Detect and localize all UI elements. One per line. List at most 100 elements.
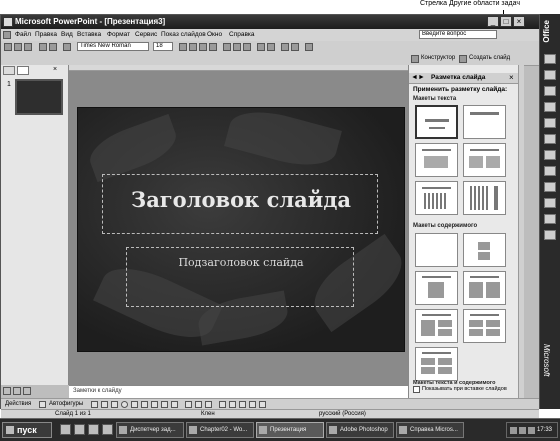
line-icon[interactable] xyxy=(91,401,98,408)
align-right-icon[interactable] xyxy=(243,43,251,51)
decrease-font-icon[interactable] xyxy=(291,43,299,51)
office-shortcut-icon[interactable] xyxy=(544,54,556,64)
task-pane-scrollbar[interactable] xyxy=(518,65,524,398)
layout-title-four-content[interactable] xyxy=(463,309,506,343)
office-shortcut-icon[interactable] xyxy=(544,150,556,160)
layout-title-text[interactable] xyxy=(415,143,458,177)
design-button[interactable]: Конструктор xyxy=(421,55,455,61)
fill-color-icon[interactable] xyxy=(185,401,192,408)
new-slide-icon[interactable] xyxy=(459,55,467,63)
office-shortcut-icon[interactable] xyxy=(544,102,556,112)
slide-thumbnail[interactable] xyxy=(15,79,63,115)
office-shortcut-icon[interactable] xyxy=(544,230,556,240)
arrow-style-icon[interactable] xyxy=(239,401,246,408)
show-on-insert-checkbox[interactable] xyxy=(413,386,420,393)
layout-content[interactable] xyxy=(463,233,506,267)
zoom-icon[interactable] xyxy=(63,43,71,51)
menu-tools[interactable]: Сервис xyxy=(135,31,157,38)
numbering-icon[interactable] xyxy=(257,43,265,51)
clipart-icon[interactable] xyxy=(161,401,168,408)
menu-edit[interactable]: Правка xyxy=(35,31,57,38)
3d-style-icon[interactable] xyxy=(259,401,266,408)
actions-menu[interactable]: Действия xyxy=(5,401,31,407)
new-icon[interactable] xyxy=(4,43,12,51)
powerpoint-app-icon[interactable] xyxy=(3,17,13,27)
wordart-icon[interactable] xyxy=(141,401,148,408)
layout-vertical-title-text[interactable] xyxy=(463,181,506,215)
line-style-icon[interactable] xyxy=(219,401,226,408)
italic-icon[interactable] xyxy=(189,43,197,51)
align-center-icon[interactable] xyxy=(233,43,241,51)
menu-help[interactable]: Справка xyxy=(229,31,255,38)
office-shortcut-icon[interactable] xyxy=(544,86,556,96)
layout-title-content[interactable] xyxy=(415,271,458,305)
design-icon[interactable] xyxy=(411,55,419,63)
office-shortcut-icon[interactable] xyxy=(544,182,556,192)
open-icon[interactable] xyxy=(14,43,22,51)
office-shortcut-icon[interactable] xyxy=(544,118,556,128)
tray-icon[interactable] xyxy=(519,427,526,434)
task-pane-close-icon[interactable]: × xyxy=(509,73,514,82)
close-button[interactable]: × xyxy=(513,16,525,27)
tab-slides[interactable] xyxy=(17,66,29,75)
taskbar-item-powerpoint[interactable]: Презентация xyxy=(256,422,324,438)
office-shortcut-icon[interactable] xyxy=(544,198,556,208)
tray-icon[interactable] xyxy=(510,427,517,434)
layout-title-only[interactable] xyxy=(463,105,506,139)
picture-icon[interactable] xyxy=(171,401,178,408)
redo-icon[interactable] xyxy=(49,43,57,51)
taskbar-item-task-manager[interactable]: Диспетчер зад... xyxy=(116,422,184,438)
taskbar-item-photoshop[interactable]: Adobe Photoshop xyxy=(326,422,394,438)
subtitle-placeholder[interactable]: Подзаголовок слайда xyxy=(126,247,354,307)
menu-view[interactable]: Вид xyxy=(61,31,73,38)
menu-file[interactable]: Файл xyxy=(15,31,31,38)
minimize-button[interactable]: _ xyxy=(487,16,499,27)
normal-view-button[interactable] xyxy=(3,387,11,395)
task-pane-title-dropdown[interactable]: Разметка слайда xyxy=(431,74,485,81)
underline-icon[interactable] xyxy=(199,43,207,51)
clock[interactable]: 17:33 xyxy=(537,427,552,433)
shadow-style-icon[interactable] xyxy=(249,401,256,408)
layout-two-column-text[interactable] xyxy=(463,143,506,177)
quicklaunch-icon[interactable] xyxy=(102,424,113,435)
title-placeholder[interactable]: Заголовок слайда xyxy=(102,174,378,234)
taskbar-item-word[interactable]: Chapter02 - Wo... xyxy=(186,422,254,438)
menu-window[interactable]: Окно xyxy=(207,31,222,38)
forward-arrow-icon[interactable]: ► xyxy=(418,74,425,81)
quicklaunch-icon[interactable] xyxy=(74,424,85,435)
office-shortcut-icon[interactable] xyxy=(544,134,556,144)
save-icon[interactable] xyxy=(24,43,32,51)
dash-style-icon[interactable] xyxy=(229,401,236,408)
office-shortcut-icon[interactable] xyxy=(544,214,556,224)
help-search-input[interactable]: Введите вопрос xyxy=(419,30,497,39)
menu-insert[interactable]: Вставка xyxy=(77,31,101,38)
back-arrow-icon[interactable]: ◄ xyxy=(411,74,418,81)
layout-title-slide[interactable] xyxy=(415,105,458,139)
autoshapes-menu[interactable]: Автофигуры xyxy=(49,401,83,407)
font-size-select[interactable]: 18 xyxy=(153,42,173,51)
new-slide-button[interactable]: Создать слайд xyxy=(469,55,510,61)
bold-icon[interactable] xyxy=(179,43,187,51)
notes-pane[interactable]: Заметки к слайду xyxy=(69,385,408,399)
layout-blank[interactable] xyxy=(415,233,458,267)
layout-title-content-two[interactable] xyxy=(415,309,458,343)
increase-font-icon[interactable] xyxy=(281,43,289,51)
shadow-icon[interactable] xyxy=(209,43,217,51)
rectangle-icon[interactable] xyxy=(111,401,118,408)
office-shortcut-icon[interactable] xyxy=(544,70,556,80)
sorter-view-button[interactable] xyxy=(13,387,21,395)
quicklaunch-icon[interactable] xyxy=(88,424,99,435)
start-button[interactable]: пуск xyxy=(2,422,52,438)
layout-title-content-grid[interactable] xyxy=(415,347,458,381)
slideshow-view-button[interactable] xyxy=(23,387,31,395)
undo-icon[interactable] xyxy=(39,43,47,51)
line-color-icon[interactable] xyxy=(195,401,202,408)
tab-outline[interactable] xyxy=(3,66,15,75)
tray-icon[interactable] xyxy=(528,427,535,434)
menu-slideshow[interactable]: Показ слайдов xyxy=(161,31,206,38)
layout-title-two-content[interactable] xyxy=(463,271,506,305)
arrow-icon[interactable] xyxy=(101,401,108,408)
bullets-icon[interactable] xyxy=(267,43,275,51)
menu-format[interactable]: Формат xyxy=(107,31,130,38)
document-icon[interactable] xyxy=(3,31,11,39)
